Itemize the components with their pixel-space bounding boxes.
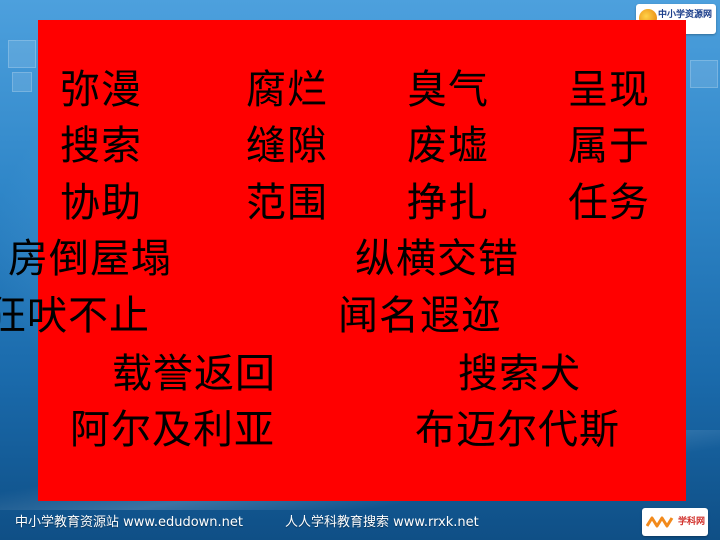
vocab-word: 范围 — [246, 180, 328, 226]
vocab-phrase: 载誉返回 — [112, 351, 276, 397]
bottom-logo: 学科网 — [642, 508, 708, 536]
footer-right-text: 人人学科教育搜索 www.rrxk.net — [285, 515, 479, 530]
vocab-phrase: 纵横交错 — [355, 236, 519, 282]
vocab-word: 呈现 — [568, 67, 650, 113]
background-tile — [12, 72, 32, 92]
vocab-word: 废墟 — [407, 123, 489, 169]
vocab-phrase: 布迈尔代斯 — [415, 407, 620, 453]
top-logo-text: 中小学资源网 — [658, 10, 713, 20]
footer-left-text: 中小学教育资源站 www.edudown.net — [15, 515, 244, 530]
vocab-phrase: 搜索犬 — [458, 351, 581, 397]
vocab-word: 挣扎 — [407, 180, 489, 226]
vocab-phrase: 狂吠不止 — [0, 293, 150, 339]
vocab-phrase: 房倒屋塌 — [8, 236, 172, 282]
vocab-word: 缝隙 — [246, 123, 328, 169]
vocab-word: 搜索 — [60, 123, 142, 169]
vocab-word: 任务 — [568, 180, 650, 226]
background-tile — [690, 60, 718, 88]
vocab-word: 弥漫 — [60, 67, 142, 113]
background-tile — [8, 40, 36, 68]
bottom-logo-text: 学科网 — [678, 517, 706, 527]
vocab-word: 协助 — [60, 180, 142, 226]
vocab-word: 臭气 — [407, 67, 489, 113]
vocab-word: 腐烂 — [246, 67, 328, 113]
logo-wave-icon — [646, 516, 674, 528]
vocab-phrase: 闻名遐迩 — [338, 293, 502, 339]
vocab-phrase: 阿尔及利亚 — [70, 407, 275, 453]
vocab-word: 属于 — [568, 123, 650, 169]
